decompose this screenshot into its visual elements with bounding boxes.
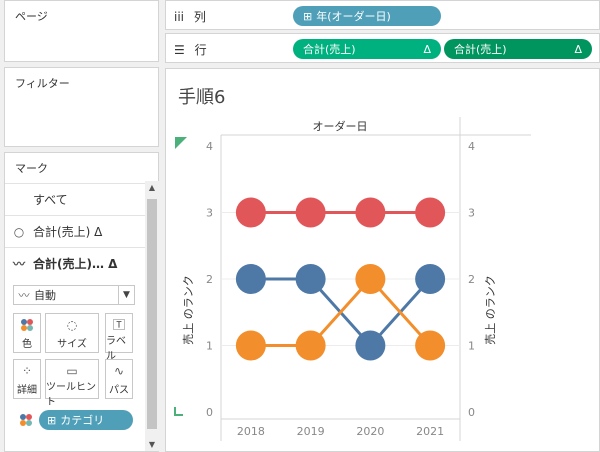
plus-box-icon: ⊞ xyxy=(303,9,313,23)
mark-type-value: 自動 xyxy=(34,289,56,302)
category-pill-label: カテゴリ xyxy=(60,414,105,427)
path-icon: ∿ xyxy=(113,364,125,378)
scroll-thumb[interactable] xyxy=(147,199,157,429)
filters-shelf-title: フィルター xyxy=(15,77,70,90)
detail-icon: ⁘ xyxy=(21,364,33,378)
y-tick-label-left: 1 xyxy=(206,340,213,353)
y-tick-label-right: 4 xyxy=(468,140,475,153)
data-point xyxy=(295,264,326,294)
columns-shelf[interactable]: iii 列 ⊞ 年(オーダー日) xyxy=(165,0,600,30)
x-tick-label: 2021 xyxy=(416,425,444,438)
color-label: 色 xyxy=(22,339,32,350)
detail-label: 詳細 xyxy=(17,385,37,396)
marks-all-label: すべて xyxy=(33,193,68,207)
y-tick-label-left: 4 xyxy=(206,140,213,153)
x-tick-label: 2018 xyxy=(237,425,265,438)
y-tick-label-right: 1 xyxy=(468,340,475,353)
corner-marker-icon xyxy=(174,407,183,416)
data-point xyxy=(355,197,386,228)
series-line xyxy=(250,276,432,347)
chart-title: オーダー日 xyxy=(313,119,368,133)
data-point xyxy=(235,330,266,361)
columns-icon: iii xyxy=(174,10,185,24)
y-tick-label-left: 2 xyxy=(206,273,213,286)
y-tick-label-left: 3 xyxy=(206,207,213,220)
columns-shelf-label-wrap: iii 列 xyxy=(174,8,206,25)
size-icon: ◌ xyxy=(66,318,78,332)
category-pill[interactable]: ⊞ カテゴリ xyxy=(39,410,133,430)
scroll-up-icon[interactable]: ▲ xyxy=(145,183,159,192)
y-axis-right-title: 売上 のランク xyxy=(484,275,497,345)
data-point xyxy=(235,197,266,228)
sum-sales-pill-2-label: 合計(売上) xyxy=(454,43,507,56)
color-encoding-icon xyxy=(19,413,33,430)
marks-card-title: マーク xyxy=(15,162,48,175)
plus-box-icon: ⊞ xyxy=(47,413,57,427)
sum-sales-pill-2[interactable]: 合計(売上) Δ xyxy=(444,39,592,59)
line-icon: 〰 xyxy=(12,257,25,271)
line-type-icon: 〰 xyxy=(18,289,30,302)
data-point xyxy=(295,197,326,228)
label-button[interactable]: 🅃 ラベル xyxy=(105,313,133,362)
data-point xyxy=(355,264,386,294)
path-button[interactable]: ∿ パス xyxy=(105,359,133,399)
rank-chart: オーダー日 売上 のランク 売上 のランク 0 0 1 1 2 2 3 3 4 4 2018 2019… xyxy=(174,117,531,441)
marks-all-tab[interactable]: すべて xyxy=(5,183,145,215)
x-tick-label: 2019 xyxy=(297,425,325,438)
scroll-down-icon[interactable]: ▼ xyxy=(145,440,159,449)
y-tick-label-right: 3 xyxy=(468,207,475,220)
size-label: サイズ xyxy=(57,339,87,350)
path-label: パス xyxy=(109,385,129,396)
color-button[interactable]: 色 xyxy=(13,313,41,353)
label-icon: 🅃 xyxy=(112,318,125,332)
chevron-down-icon[interactable]: ▼ xyxy=(118,286,134,304)
rows-icon: ☰ xyxy=(174,43,185,57)
marks-card: マーク すべて ○ 合計(売上) Δ 〰 合計(売上)… Δ 〰 自動 ▼ 色 … xyxy=(4,152,159,452)
y-tick-label-right: 2 xyxy=(468,273,475,286)
y-axis-left-title: 売上 のランク xyxy=(182,275,195,345)
color-icon xyxy=(20,318,34,335)
tooltip-icon: ▭ xyxy=(66,364,78,378)
delta-icon: Δ xyxy=(423,42,431,56)
label-label: ラベル xyxy=(106,336,126,362)
tooltip-button[interactable]: ▭ ツールヒント xyxy=(45,359,99,408)
rows-shelf[interactable]: ☰ 行 合計(売上) Δ 合計(売上) Δ xyxy=(165,33,600,63)
sum-sales-pill-1-label: 合計(売上) xyxy=(303,43,356,56)
corner-marker-icon xyxy=(175,137,187,149)
data-point xyxy=(355,330,386,361)
chart-marks: 0 0 1 1 2 2 3 3 4 4 2018 2019 2020 2021 xyxy=(206,140,475,438)
year-order-date-label: 年(オーダー日) xyxy=(316,10,391,23)
data-point xyxy=(295,330,326,361)
y-tick-label-left: 0 xyxy=(206,406,213,419)
filters-shelf[interactable]: フィルター xyxy=(4,67,159,147)
data-point xyxy=(415,197,446,228)
data-point xyxy=(415,330,446,361)
marks-line-label: 合計(売上)… Δ xyxy=(33,257,118,271)
pages-shelf-title: ページ xyxy=(15,10,48,23)
delta-icon: Δ xyxy=(574,42,582,56)
tooltip-label: ツールヒント xyxy=(46,382,96,408)
circle-icon: ○ xyxy=(13,224,25,239)
view-area: 手順6 オーダー日 売上 のランク 売上 のランク 0 0 1 1 2 2 3 3 4 4 2018… xyxy=(165,68,600,452)
rows-shelf-label-wrap: ☰ 行 xyxy=(174,41,207,58)
marks-scrollbar[interactable]: ▲ ▼ xyxy=(145,181,159,451)
data-point xyxy=(235,264,266,294)
tableau-workspace: ページ フィルター マーク すべて ○ 合計(売上) Δ 〰 合計(売上)… Δ… xyxy=(0,0,600,452)
pages-shelf[interactable]: ページ xyxy=(4,0,159,62)
sum-sales-pill-1[interactable]: 合計(売上) Δ xyxy=(293,39,441,59)
marks-line-tab[interactable]: 〰 合計(売上)… Δ xyxy=(5,247,145,279)
detail-button[interactable]: ⁘ 詳細 xyxy=(13,359,41,399)
x-tick-label: 2020 xyxy=(356,425,384,438)
data-point xyxy=(415,264,446,294)
y-tick-label-right: 0 xyxy=(468,406,475,419)
year-order-date-pill[interactable]: ⊞ 年(オーダー日) xyxy=(293,6,441,26)
size-button[interactable]: ◌ サイズ xyxy=(45,313,99,353)
rows-label: 行 xyxy=(194,43,207,57)
marks-circle-tab[interactable]: ○ 合計(売上) Δ xyxy=(5,215,145,247)
columns-label: 列 xyxy=(193,10,206,24)
marks-circle-label: 合計(売上) Δ xyxy=(33,225,103,239)
mark-type-dropdown[interactable]: 〰 自動 ▼ xyxy=(13,285,135,305)
